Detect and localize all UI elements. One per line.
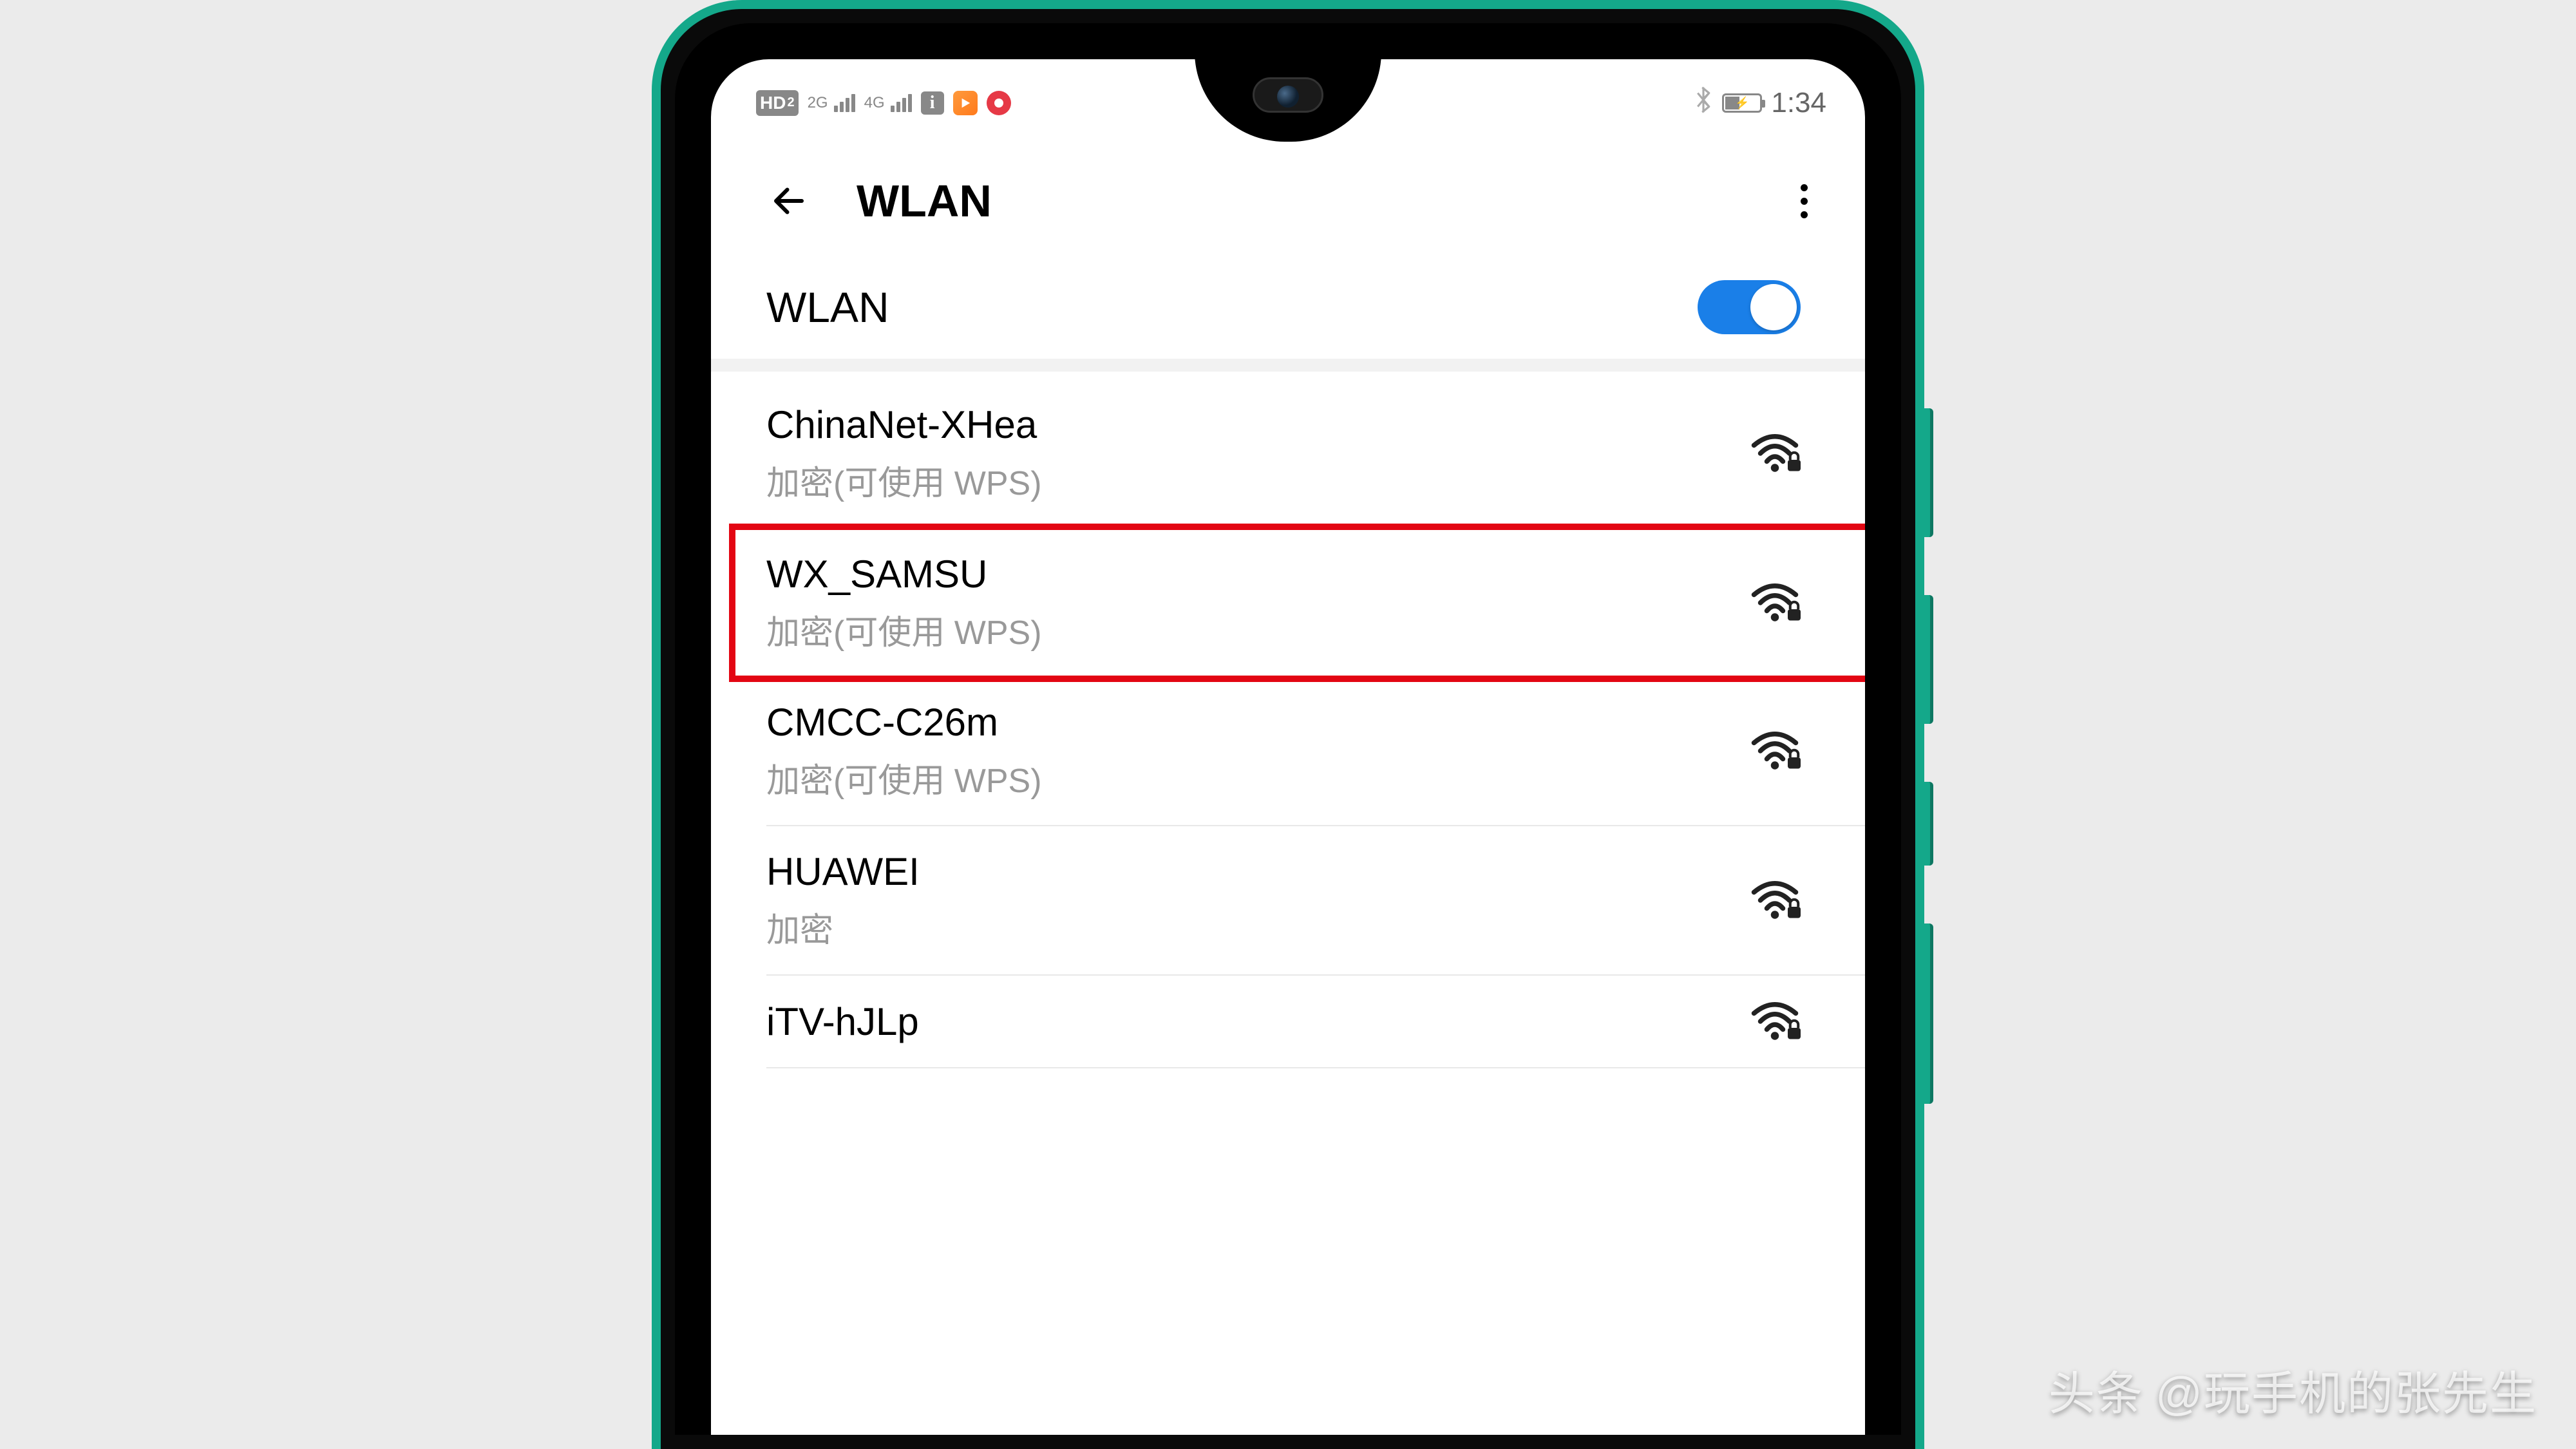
screen: HD2 2G 4G <box>711 59 1865 1435</box>
network-ssid: WX_SAMSU <box>766 552 1042 596</box>
network-item[interactable]: HUAWEI 加密 <box>766 826 1865 976</box>
back-button[interactable] <box>766 178 811 223</box>
wlan-toggle-switch[interactable] <box>1698 280 1801 334</box>
network-ssid: CMCC-C26m <box>766 700 1042 744</box>
network-security: 加密(可使用 WPS) <box>766 753 1042 802</box>
watermark: 头条 @玩手机的张先生 <box>2049 1356 2537 1423</box>
clock: 1:34 <box>1771 87 1826 119</box>
wifi-lock-icon <box>1749 431 1801 476</box>
network-item[interactable]: ChinaNet-XHea 加密(可使用 WPS) <box>766 372 1865 529</box>
watermark-handle: @玩手机的张先生 <box>2155 1356 2537 1423</box>
play-app-icon <box>953 91 978 115</box>
network-ssid: HUAWEI <box>766 849 920 894</box>
more-menu-button[interactable] <box>1781 178 1826 223</box>
titlebar: WLAN <box>711 146 1865 256</box>
wifi-lock-icon <box>1749 999 1801 1044</box>
wlan-toggle-label: WLAN <box>766 283 889 332</box>
bluetooth-icon <box>1694 86 1713 120</box>
page-title: WLAN <box>857 175 992 227</box>
network-item[interactable]: WX_SAMSU 加密(可使用 WPS) <box>766 529 1865 677</box>
info-icon: i <box>921 91 944 115</box>
signal-2g: 2G <box>808 94 855 112</box>
record-app-icon <box>987 91 1011 115</box>
wifi-lock-icon <box>1749 580 1801 625</box>
network-list: ChinaNet-XHea 加密(可使用 WPS) WX_SAMSU 加密(可使用 … <box>711 372 1865 1068</box>
hd-badge: HD2 <box>756 90 799 116</box>
network-ssid: ChinaNet-XHea <box>766 402 1042 447</box>
phone-frame: HD2 2G 4G <box>652 0 1924 1449</box>
network-security: 加密(可使用 WPS) <box>766 456 1042 504</box>
wifi-lock-icon <box>1749 878 1801 923</box>
side-buttons <box>1919 408 1933 1162</box>
wlan-toggle-row: WLAN <box>711 256 1865 372</box>
network-security: 加密 <box>766 903 920 951</box>
signal-4g: 4G <box>864 94 912 112</box>
more-icon <box>1801 184 1808 191</box>
back-arrow-icon <box>770 182 808 220</box>
network-ssid: iTV-hJLp <box>766 999 919 1044</box>
wifi-lock-icon <box>1749 728 1801 773</box>
watermark-brand: 头条 <box>2049 1356 2144 1423</box>
battery-icon: ⚡ <box>1722 93 1762 113</box>
network-item[interactable]: iTV-hJLp <box>766 976 1865 1068</box>
network-item[interactable]: CMCC-C26m 加密(可使用 WPS) <box>766 677 1865 826</box>
network-security: 加密(可使用 WPS) <box>766 605 1042 654</box>
